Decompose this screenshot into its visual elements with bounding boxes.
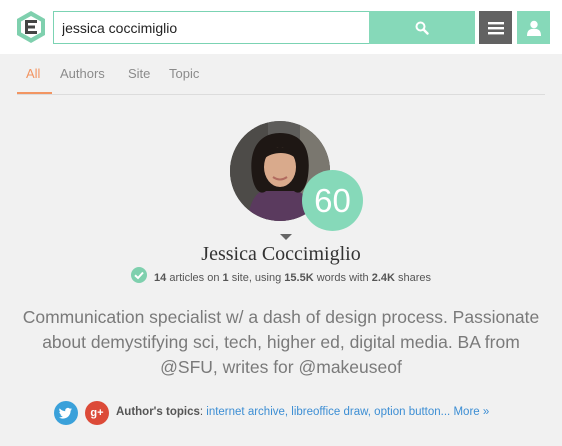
google-plus-icon[interactable]: g+ — [85, 401, 109, 425]
menu-button[interactable] — [479, 11, 512, 44]
active-tab-indicator — [17, 92, 52, 94]
search-icon — [415, 21, 429, 35]
author-bio: Communication specialist w/ a dash of de… — [22, 307, 540, 377]
tab-topic[interactable]: Topic — [169, 66, 199, 81]
search-button[interactable] — [369, 11, 475, 44]
stat-words-count: 15.5K — [284, 271, 314, 284]
e-logo-icon[interactable] — [14, 10, 48, 44]
author-name[interactable]: Jessica Coccimiglio — [0, 243, 562, 266]
search-tabs: All Authors Site Topic — [17, 60, 545, 95]
check-icon — [130, 267, 147, 283]
search-input[interactable] — [53, 11, 369, 44]
twitter-icon[interactable] — [54, 401, 78, 425]
topics-list-link[interactable]: internet archive, libreoffice draw, opti… — [206, 406, 450, 418]
hamburger-menu-icon — [487, 21, 504, 34]
author-stats: 14 articles on 1 site, using 15.5K words… — [0, 267, 562, 286]
tab-all[interactable]: All — [26, 66, 40, 81]
stat-shares-label: shares — [394, 271, 432, 284]
author-topics: Author's topics: internet archive, libre… — [116, 406, 489, 418]
user-icon — [526, 20, 541, 36]
caret-down-icon[interactable] — [280, 234, 292, 240]
stat-sites-label: site, using — [228, 271, 285, 284]
top-bar — [0, 0, 562, 54]
topics-label: Author's topics — [116, 406, 200, 418]
stat-articles-label: articles on — [166, 271, 223, 284]
stat-articles-count: 14 — [154, 271, 167, 284]
tab-site[interactable]: Site — [128, 66, 150, 81]
score-badge: 60 — [302, 170, 363, 231]
more-topics-link[interactable]: More » — [453, 406, 489, 418]
tab-authors[interactable]: Authors — [60, 66, 105, 81]
user-button[interactable] — [517, 11, 550, 44]
stat-words-label: words with — [313, 271, 372, 284]
stat-shares-count: 2.4K — [371, 271, 395, 284]
